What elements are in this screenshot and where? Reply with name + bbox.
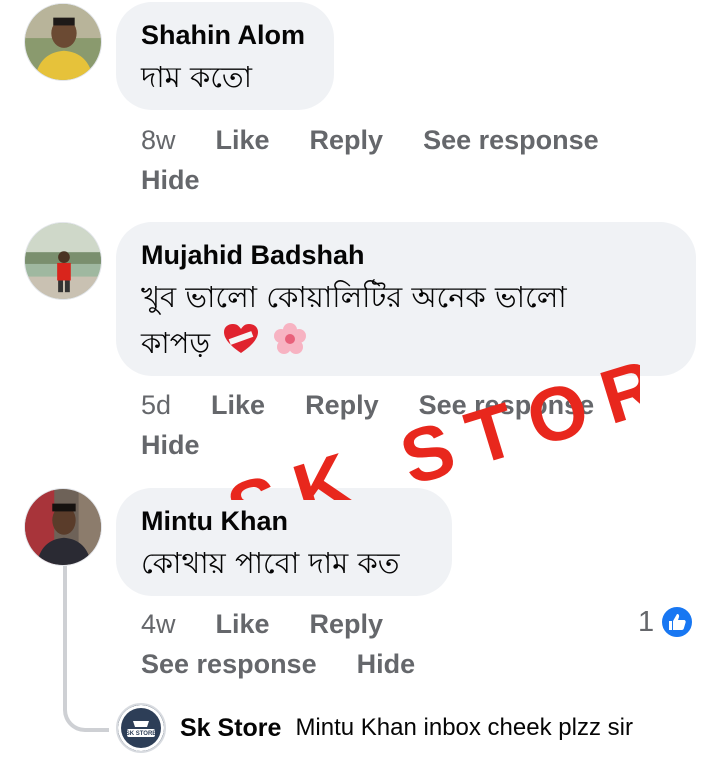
reply-author[interactable]: Sk Store [180, 714, 281, 743]
comment-actions: 4w Like Reply See response Hide [141, 604, 415, 684]
see-response-button[interactable]: See response [423, 120, 599, 160]
comment-author[interactable]: Mintu Khan [141, 502, 426, 540]
reply-button[interactable]: Reply [310, 120, 384, 160]
avatar[interactable] [24, 222, 102, 300]
comment-bubble: Shahin Alom দাম কতো [116, 2, 334, 110]
avatar[interactable] [24, 3, 102, 81]
reaction-count: 1 [638, 605, 655, 638]
hide-button[interactable]: Hide [141, 160, 200, 200]
comment-time[interactable]: 8w [141, 120, 176, 160]
comment-author[interactable]: Mujahid Badshah [141, 236, 670, 274]
comment-text: কোথায় পাবো দাম কত [141, 546, 400, 580]
avatar[interactable] [24, 488, 102, 566]
watermark-text: SK STORE [218, 330, 640, 500]
see-response-button[interactable]: See response [141, 644, 317, 684]
thread-line [63, 566, 67, 696]
thumbs-up-icon [660, 605, 695, 639]
hide-button[interactable]: Hide [141, 425, 200, 465]
sk-store-watermark: SK STORE [218, 330, 640, 500]
avatar[interactable]: SK STORE [116, 703, 166, 753]
thread-connector [63, 690, 109, 732]
comment-time[interactable]: 4w [141, 604, 176, 644]
comment-actions: 8w Like Reply See response Hide [141, 120, 599, 200]
comment-text: দাম কতো [141, 60, 253, 94]
hide-button[interactable]: Hide [357, 644, 416, 684]
like-button[interactable]: Like [216, 120, 270, 160]
comment-author[interactable]: Shahin Alom [141, 16, 308, 54]
reply-text: Mintu Khan inbox cheek plzz sir [295, 714, 633, 741]
comment-bubble: Mintu Khan কোথায় পাবো দাম কত [116, 488, 452, 596]
reaction-summary[interactable]: 1 [638, 605, 695, 639]
sk-store-logo-text: SK STORE [126, 731, 157, 737]
comment-time[interactable]: 5d [141, 385, 171, 425]
reply-button[interactable]: Reply [310, 604, 384, 644]
reply-sk-store: SK STORE Sk Store Mintu Khan inbox cheek… [116, 703, 633, 753]
like-button[interactable]: Like [216, 604, 270, 644]
comment-text-line1: খুব ভালো কোয়ালিটির অনেক ভালো [141, 280, 567, 314]
